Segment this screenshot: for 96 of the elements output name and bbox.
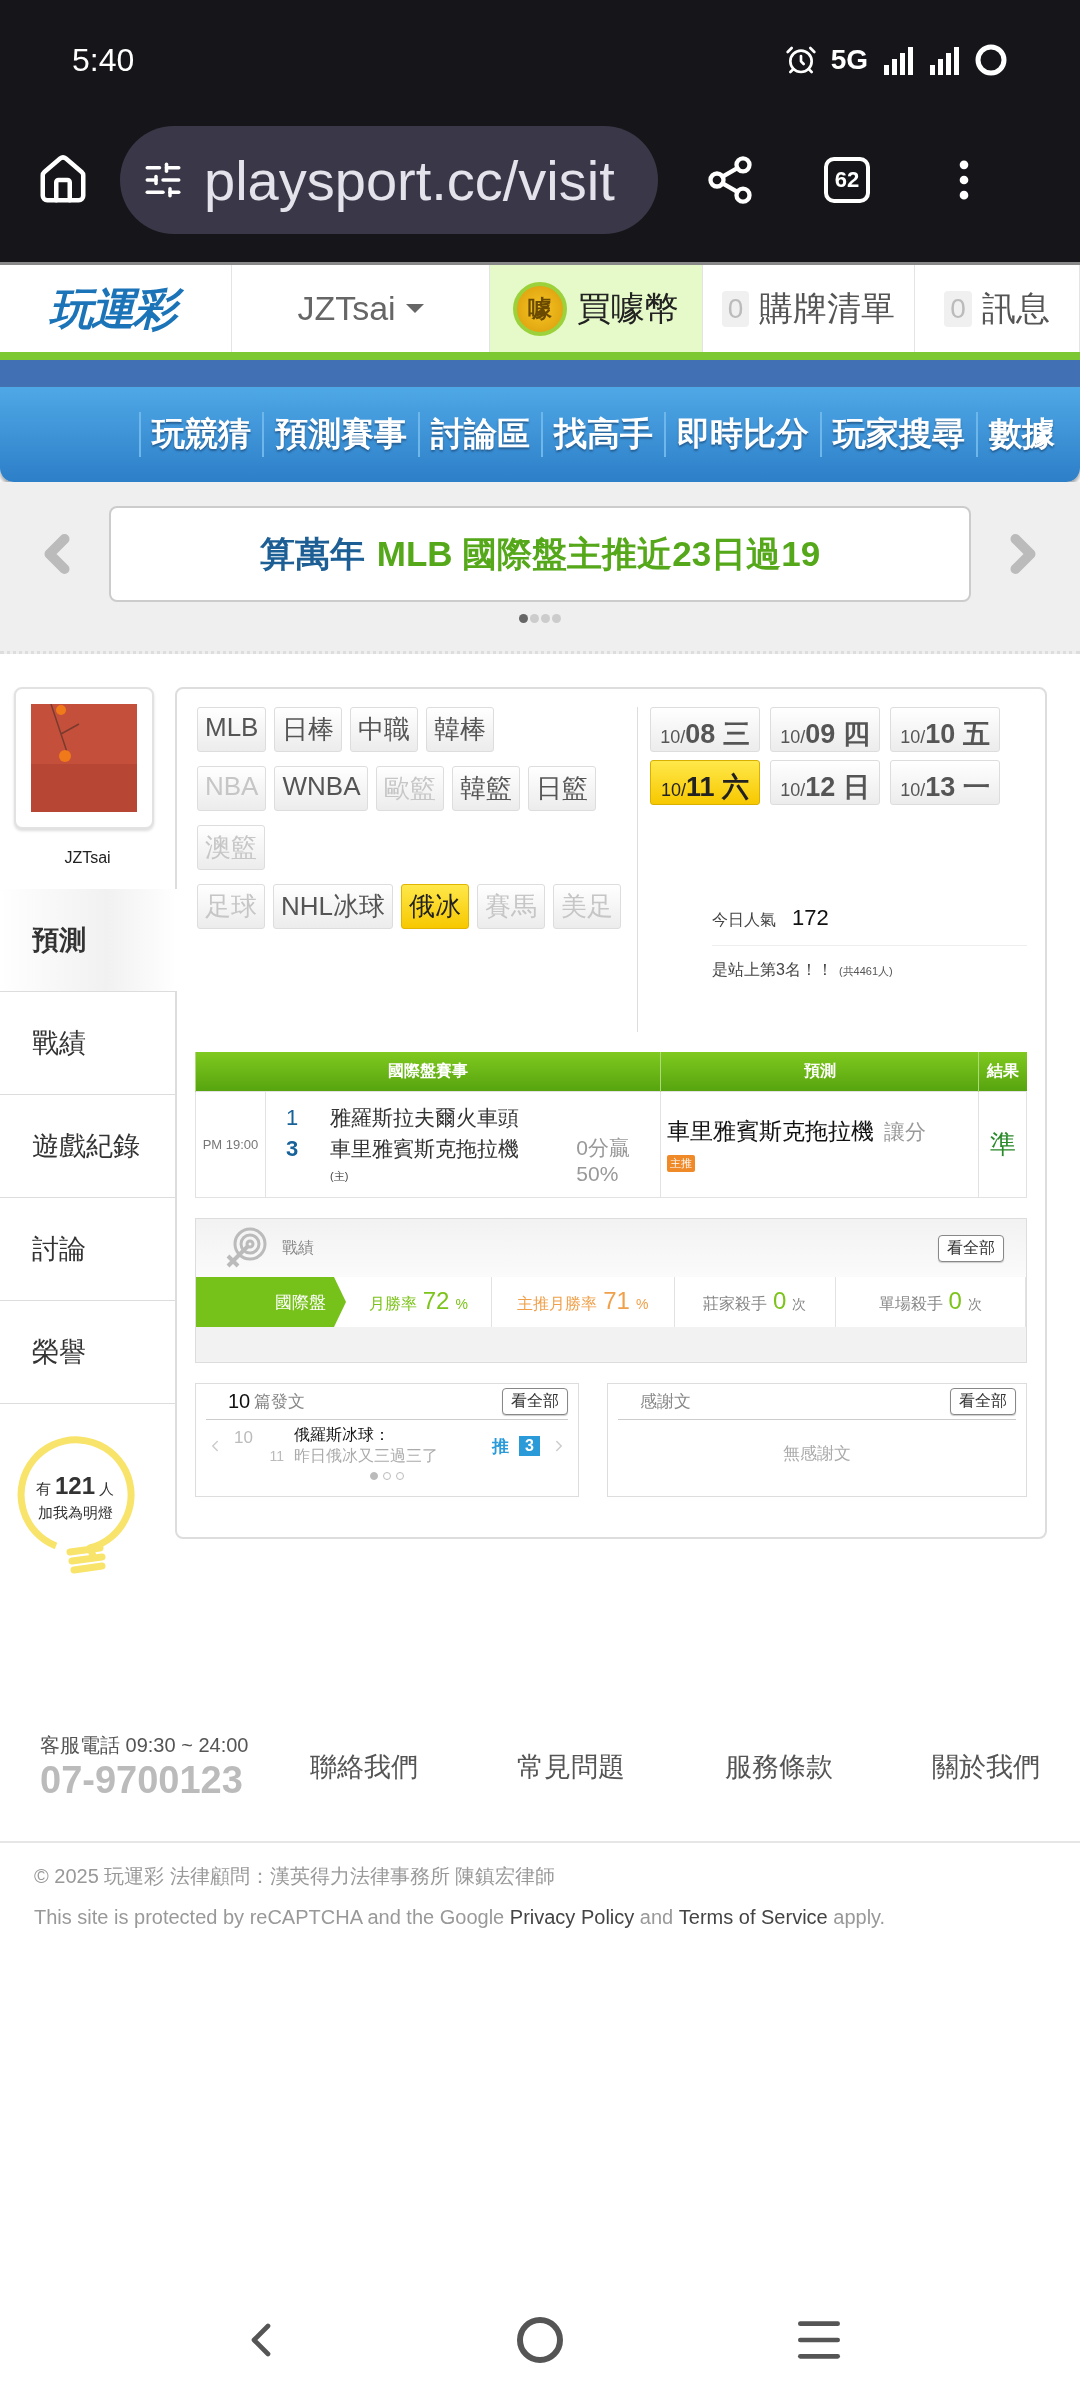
target-icon	[224, 1226, 268, 1270]
fan-count: 有 121 人	[35, 1472, 114, 1500]
logo[interactable]: 玩運彩	[44, 275, 187, 342]
caret-icon	[405, 304, 424, 313]
stat-label: 單場殺手	[878, 1294, 943, 1314]
network-type: 5G	[830, 44, 868, 76]
copyright-text: © 2025 玩運彩 法律顧問：漢英得力法律事務所 陳鎮宏律師	[34, 1864, 557, 1889]
footer-link[interactable]: 服務條款	[724, 1749, 833, 1785]
date-button[interactable]: 10/12 日	[770, 760, 880, 805]
away-team: 雅羅斯拉夫爾火車頭	[330, 1104, 520, 1131]
stat-unit: 次	[792, 1296, 807, 1314]
phone-number: 07-9700123	[40, 1759, 244, 1802]
terms-link[interactable]: Terms of Service	[678, 1906, 828, 1928]
slide-dot[interactable]	[541, 614, 550, 623]
main-pick-badge: 主推	[667, 1155, 695, 1172]
address-bar[interactable]: playsport.cc/visit	[120, 126, 658, 234]
rank-text: 是站上第3名！！	[712, 960, 833, 980]
pick-team: 車里雅賓斯克拖拉機	[667, 1118, 874, 1144]
sidebar-tab[interactable]: 預測	[0, 889, 177, 992]
home-team: 車里雅賓斯克拖拉機	[330, 1136, 520, 1163]
footer-link[interactable]: 常見問題	[517, 1749, 626, 1785]
footer-link[interactable]: 聯絡我們	[310, 1749, 418, 1785]
push-label: 推	[492, 1435, 510, 1458]
stat-value: 72	[422, 1287, 450, 1315]
stat-label: 莊家殺手	[703, 1294, 768, 1314]
time-cell: PM 19:00	[195, 1091, 266, 1198]
signal-icon	[882, 45, 914, 75]
profile-name: JZTsai	[64, 849, 111, 867]
column-header: 國際盤賽事	[195, 1051, 661, 1092]
stat-label: 月勝率	[368, 1294, 417, 1314]
date-button[interactable]: 10/11 六	[650, 760, 760, 805]
slide-dot[interactable]	[519, 614, 528, 623]
stat-unit: %	[635, 1296, 649, 1312]
post-date: 10 11	[234, 1428, 284, 1464]
post-title[interactable]: 俄羅斯冰球：	[294, 1425, 483, 1446]
stat-unit: %	[455, 1296, 468, 1312]
league-tag[interactable]: WNBA	[274, 766, 369, 811]
page-dot[interactable]	[383, 1472, 391, 1480]
league-tag[interactable]: NHL冰球	[273, 884, 393, 929]
column-header: 預測	[660, 1051, 979, 1092]
post-count: 10	[228, 1390, 251, 1413]
league-tag[interactable]: 韓棒	[426, 707, 495, 752]
league-tag[interactable]: 俄冰	[401, 884, 469, 929]
privacy-link[interactable]: Privacy Policy	[509, 1906, 635, 1928]
banner-text: MLB 國際盤主推近23日過19	[376, 532, 821, 575]
recaptcha-notice: This site is protected by reCAPTCHA and the Google Privacy Policy and Terms of Service apply.	[34, 1906, 887, 1929]
date-button[interactable]: 10/08 三	[650, 707, 760, 752]
page-dot[interactable]	[396, 1472, 404, 1480]
league-tag[interactable]: 韓籃	[452, 766, 521, 811]
stat-unit: 次	[967, 1296, 982, 1314]
popularity-label: 今日人氣	[712, 910, 776, 930]
stat-value: 0	[773, 1287, 787, 1315]
stat-value: 71	[603, 1287, 630, 1315]
hotline-label: 客服電話 09:30 ~ 24:00	[40, 1733, 250, 1758]
league-tag[interactable]: 日棒	[274, 707, 343, 752]
league-tag[interactable]: MLB	[197, 707, 267, 752]
empty-message: 無感謝文	[783, 1443, 851, 1465]
tab-count[interactable]: 62	[824, 157, 870, 203]
view-all-button[interactable]: 看全部	[950, 1388, 1016, 1415]
total-users: (共4461人)	[838, 964, 893, 979]
buy-coin-button[interactable]: 噱 買噱幣	[490, 265, 703, 352]
view-all-button[interactable]: 看全部	[938, 1234, 1004, 1262]
pick-type: 讓分	[884, 1120, 926, 1143]
date-button[interactable]: 10/09 四	[770, 707, 880, 752]
record-title: 戰績	[282, 1237, 314, 1258]
slide-dot[interactable]	[530, 614, 539, 623]
home-mark: (主)	[330, 1168, 350, 1184]
result-text: 準	[989, 1129, 1016, 1159]
league-tag[interactable]: 日籃	[528, 766, 597, 811]
popularity-value: 172	[792, 905, 829, 931]
push-count: 3	[519, 1436, 540, 1456]
footer-link[interactable]: 關於我們	[932, 1749, 1040, 1785]
slide-dot[interactable]	[552, 614, 561, 623]
fan-label: 加我為明燈	[37, 1504, 113, 1523]
banner[interactable]: 算萬年 MLB 國際盤主推近23日過19	[109, 506, 971, 602]
page-dot[interactable]	[370, 1472, 378, 1480]
stat-label: 主推月勝率	[517, 1294, 598, 1314]
league-tag[interactable]: 中職	[350, 707, 419, 752]
posts-title: 篇發文	[254, 1391, 306, 1413]
home-score: 3	[284, 1136, 300, 1163]
handicap-text: 0分贏 50%	[576, 1134, 631, 1186]
banner-prefix: 算萬年	[259, 532, 365, 575]
coin-badge: 噱	[513, 281, 567, 336]
thanks-title: 感謝文	[640, 1391, 691, 1413]
post-excerpt: 昨日俄冰又三過三了	[294, 1446, 439, 1466]
home-icon[interactable]	[516, 2316, 564, 2364]
view-all-button[interactable]: 看全部	[502, 1388, 568, 1415]
battery-ring-icon	[974, 43, 1008, 77]
stat-value: 0	[948, 1287, 962, 1315]
date-button[interactable]: 10/13 一	[890, 760, 1000, 805]
signal-icon	[928, 45, 960, 75]
date-button[interactable]: 10/10 五	[890, 707, 1000, 752]
away-score: 1	[284, 1104, 300, 1131]
status-time: 5:40	[72, 41, 136, 79]
alarm-icon	[784, 44, 817, 76]
column-header: 結果	[978, 1051, 1027, 1092]
